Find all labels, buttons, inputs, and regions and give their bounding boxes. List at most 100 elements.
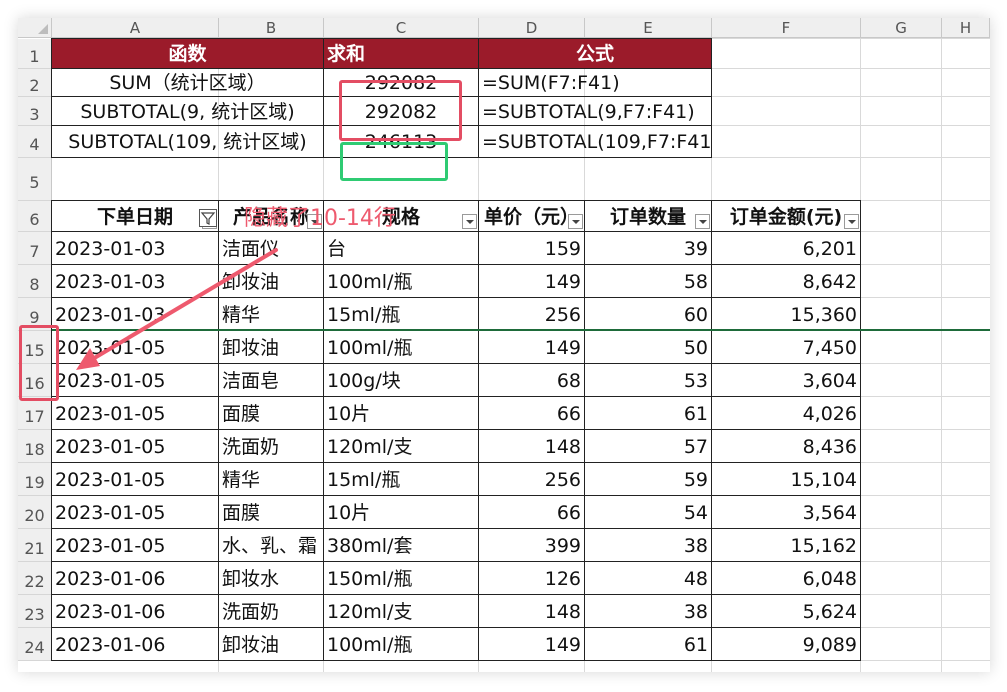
table-cell: 台 — [323, 231, 479, 265]
filter-applied-icon — [199, 209, 217, 227]
table-cell: 8,642 — [711, 264, 861, 298]
table-header-6: 订单金额(元) — [711, 200, 861, 232]
table-cell: 100g/块 — [323, 363, 479, 397]
table-cell: 159 — [478, 231, 585, 265]
table-cell: 2023-01-03 — [51, 264, 219, 298]
table-cell: 8,436 — [711, 429, 861, 463]
table-cell: 5,624 — [711, 594, 861, 628]
table-cell: 150ml/瓶 — [323, 561, 479, 595]
row-header-7[interactable]: 7 — [18, 232, 52, 265]
row-header-23[interactable]: 23 — [18, 595, 52, 628]
table-cell: 2023-01-05 — [51, 528, 219, 562]
row-header-22[interactable]: 22 — [18, 562, 52, 595]
table-cell: 68 — [478, 363, 585, 397]
table-cell: 15,104 — [711, 462, 861, 496]
table-cell: 66 — [478, 495, 585, 529]
row-header-24[interactable]: 24 — [18, 628, 52, 661]
table-cell: 面膜 — [218, 396, 324, 430]
select-all-corner[interactable] — [18, 18, 52, 38]
filter-dropdown-icon[interactable] — [695, 214, 710, 229]
table-cell: 水、乳、霜 — [218, 528, 324, 562]
table-cell: 2023-01-06 — [51, 594, 219, 628]
filter-dropdown-icon[interactable] — [844, 214, 859, 229]
filter-dropdown-icon[interactable] — [568, 214, 583, 229]
row-header-2[interactable]: 2 — [18, 69, 52, 97]
table-cell: 38 — [584, 528, 712, 562]
table-cell: 卸妆水 — [218, 561, 324, 595]
column-header-b[interactable]: B — [219, 18, 324, 38]
table-cell: 256 — [478, 297, 585, 331]
row-header-18[interactable]: 18 — [18, 430, 52, 463]
summary-header-formula: 公式 — [478, 38, 712, 69]
row-header-19[interactable]: 19 — [18, 463, 52, 496]
row-header-5[interactable]: 5 — [18, 158, 52, 201]
column-header-f[interactable]: F — [712, 18, 861, 38]
row-header-1[interactable]: 1 — [18, 39, 52, 69]
row-header-20[interactable]: 20 — [18, 496, 52, 529]
column-header-h[interactable]: H — [942, 18, 990, 38]
table-cell: 面膜 — [218, 495, 324, 529]
table-cell: 39 — [584, 231, 712, 265]
table-cell: 256 — [478, 462, 585, 496]
summary-function-cell: SUM（统计区域） — [51, 68, 324, 97]
row-header-4[interactable]: 4 — [18, 126, 52, 158]
table-cell: 126 — [478, 561, 585, 595]
row-header-8[interactable]: 8 — [18, 265, 52, 298]
table-cell: 洁面皂 — [218, 363, 324, 397]
table-cell: 148 — [478, 594, 585, 628]
row-header-6[interactable]: 6 — [18, 201, 52, 232]
table-cell: 2023-01-06 — [51, 561, 219, 595]
column-header-d[interactable]: D — [479, 18, 585, 38]
hidden-rows-annotation: 隐藏了10-14行 — [244, 206, 396, 231]
table-cell: 66 — [478, 396, 585, 430]
table-cell: 2023-01-06 — [51, 627, 219, 661]
table-cell: 精华 — [218, 297, 324, 331]
table-cell: 149 — [478, 264, 585, 298]
table-cell: 2023-01-03 — [51, 231, 219, 265]
table-cell: 38 — [584, 594, 712, 628]
table-cell: 57 — [584, 429, 712, 463]
column-header-e[interactable]: E — [585, 18, 712, 38]
summary-function-cell: SUBTOTAL(109, 统计区域) — [51, 125, 324, 158]
table-cell: 卸妆油 — [218, 330, 324, 364]
table-cell: 149 — [478, 330, 585, 364]
table-cell: 61 — [584, 396, 712, 430]
table-cell: 7,450 — [711, 330, 861, 364]
table-cell: 3,604 — [711, 363, 861, 397]
table-header-4: 单价（元） — [478, 200, 585, 232]
table-cell: 58 — [584, 264, 712, 298]
table-cell: 洗面奶 — [218, 429, 324, 463]
highlight-row-numbers — [19, 325, 59, 401]
table-header-1: 下单日期 — [51, 200, 219, 232]
table-cell: 2023-01-05 — [51, 363, 219, 397]
filter-dropdown-icon[interactable] — [462, 214, 477, 229]
summary-formula-cell: =SUM(F7:F41) — [478, 68, 712, 97]
table-cell: 卸妆油 — [218, 264, 324, 298]
table-cell: 100ml/瓶 — [323, 264, 479, 298]
table-cell: 4,026 — [711, 396, 861, 430]
table-cell: 54 — [584, 495, 712, 529]
table-cell: 15ml/瓶 — [323, 297, 479, 331]
summary-formula-cell: =SUBTOTAL(109,F7:F41) — [478, 125, 712, 158]
column-header-c[interactable]: C — [324, 18, 479, 38]
summary-formula-cell: =SUBTOTAL(9,F7:F41) — [478, 96, 712, 126]
row-header-21[interactable]: 21 — [18, 529, 52, 562]
table-cell: 59 — [584, 462, 712, 496]
table-cell: 380ml/套 — [323, 528, 479, 562]
table-cell: 50 — [584, 330, 712, 364]
table-cell: 120ml/支 — [323, 429, 479, 463]
table-cell: 2023-01-05 — [51, 429, 219, 463]
row-header-3[interactable]: 3 — [18, 97, 52, 126]
highlight-sum-values — [339, 80, 462, 141]
table-cell: 61 — [584, 627, 712, 661]
column-header-a[interactable]: A — [52, 18, 219, 38]
gridline-v — [941, 39, 942, 672]
table-cell: 100ml/瓶 — [323, 330, 479, 364]
table-cell: 15ml/瓶 — [323, 462, 479, 496]
column-header-g[interactable]: G — [861, 18, 942, 38]
table-cell: 399 — [478, 528, 585, 562]
table-cell: 15,360 — [711, 297, 861, 331]
table-cell: 53 — [584, 363, 712, 397]
row-header-17[interactable]: 17 — [18, 397, 52, 430]
table-cell: 2023-01-05 — [51, 330, 219, 364]
